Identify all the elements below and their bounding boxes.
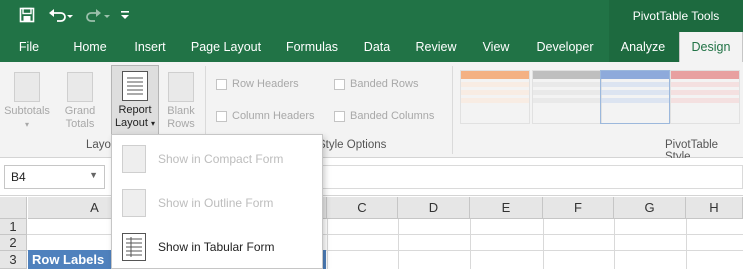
title-bar: PivotTable Tools (0, 0, 743, 32)
style-row-stripe (461, 82, 529, 87)
chevron-down-icon: ▾ (151, 119, 156, 128)
blank-rows-label-line1: Blank (167, 105, 195, 117)
column-headers-label: Column Headers (232, 110, 315, 122)
report-layout-icon (122, 71, 148, 101)
tab-page-layout[interactable]: Page Layout (184, 32, 268, 62)
tab-view[interactable]: View (472, 32, 520, 62)
banded-columns-checkbox[interactable]: Banded Columns (334, 110, 434, 122)
style-header-stripe (601, 71, 669, 79)
blank-rows-label-line2: Rows (167, 118, 195, 130)
style-row-stripe (461, 90, 529, 95)
row-header-3[interactable]: 3 (0, 251, 27, 269)
compact-form-label: Show in Compact Form (158, 152, 284, 166)
style-header-stripe (533, 71, 601, 79)
menu-item-tabular-form[interactable]: Show in Tabular Form (112, 225, 322, 269)
name-box-value: B4 (11, 170, 26, 184)
menu-item-outline-form[interactable]: Show in Outline Form (112, 181, 322, 225)
column-header-h[interactable]: H (686, 197, 743, 219)
grand-totals-icon (67, 72, 93, 102)
blank-rows-icon (168, 72, 194, 102)
style-row-stripe (671, 90, 739, 95)
pivot-style-thumbnail-orange[interactable] (460, 70, 530, 124)
subtotals-icon (14, 72, 40, 102)
style-row-stripe (533, 82, 601, 87)
style-row-stripe (671, 82, 739, 87)
report-layout-label-text: Layout (114, 117, 148, 129)
style-row-stripe (601, 90, 669, 95)
chevron-down-icon: ▾ (24, 120, 29, 129)
ribbon-tabs: File Home Insert Page Layout Formulas Da… (0, 32, 743, 62)
tab-developer[interactable]: Developer (528, 32, 602, 62)
column-header-c[interactable]: C (327, 197, 398, 219)
column-header-e[interactable]: E (470, 197, 543, 219)
pivot-style-thumbnail-blue[interactable] (600, 70, 670, 124)
style-header-stripe (461, 71, 529, 79)
menu-item-compact-form[interactable]: Show in Compact Form (112, 137, 322, 181)
row-header-2[interactable]: 2 (0, 235, 27, 251)
checkbox-box (216, 78, 227, 90)
save-icon[interactable] (16, 4, 38, 26)
banded-columns-label: Banded Columns (350, 110, 435, 122)
style-row-stripe (671, 98, 739, 103)
column-header-g[interactable]: G (614, 197, 686, 219)
redo-icon[interactable] (84, 4, 114, 26)
undo-icon[interactable] (46, 4, 76, 26)
gridline (686, 219, 687, 269)
style-options-group-label: Style Options (318, 139, 387, 151)
name-box[interactable]: B4 ▼ (4, 165, 105, 189)
customize-qat-icon[interactable] (118, 4, 132, 26)
tab-analyze[interactable]: Analyze (609, 32, 677, 62)
row-headers-label: Row Headers (232, 78, 299, 90)
chevron-down-icon[interactable]: ▼ (89, 170, 98, 180)
grand-totals-button[interactable]: Grand Totals (56, 68, 104, 134)
report-layout-label-line1: Report (118, 104, 152, 116)
gridline (614, 219, 615, 269)
tabular-form-label: Show in Tabular Form (158, 240, 275, 254)
tab-design[interactable]: Design (679, 32, 743, 62)
tab-home[interactable]: Home (62, 32, 118, 62)
checkbox-box (334, 78, 345, 90)
report-layout-button[interactable]: Report Layout ▾ (111, 65, 159, 137)
style-row-stripe (601, 98, 669, 103)
subtotals-button[interactable]: Subtotals ▾ (2, 68, 52, 134)
grand-totals-label-line2: Totals (65, 118, 95, 130)
tab-formulas[interactable]: Formulas (278, 32, 346, 62)
select-all-corner[interactable] (0, 197, 27, 219)
checkbox-box (334, 110, 345, 122)
contextual-tools-title: PivotTable Tools (609, 0, 743, 32)
tabular-form-icon (122, 233, 146, 261)
style-row-stripe (533, 98, 601, 103)
gridline (470, 219, 471, 269)
row-headers-checkbox[interactable]: Row Headers (216, 78, 299, 90)
pivot-style-thumbnail-red[interactable] (670, 70, 740, 124)
column-header-f[interactable]: F (543, 197, 614, 219)
compact-form-icon (122, 145, 146, 173)
blank-rows-button[interactable]: Blank Rows (162, 68, 200, 134)
subtotals-label: Subtotals (4, 105, 50, 117)
tab-data[interactable]: Data (354, 32, 400, 62)
tab-file[interactable]: File (8, 32, 50, 62)
column-header-d[interactable]: D (398, 197, 470, 219)
outline-form-icon (122, 189, 146, 217)
tab-insert[interactable]: Insert (124, 32, 176, 62)
gridline (327, 219, 328, 269)
row-header-1[interactable]: 1 (0, 219, 27, 235)
checkbox-box (216, 110, 227, 122)
grand-totals-label-line1: Grand (64, 105, 96, 117)
style-row-stripe (533, 90, 601, 95)
report-layout-label-line2: Layout ▾ (112, 117, 158, 130)
style-header-stripe (671, 71, 739, 79)
column-headers-checkbox[interactable]: Column Headers (216, 110, 315, 122)
banded-rows-label: Banded Rows (350, 78, 419, 90)
pivot-style-thumbnail-gray[interactable] (532, 70, 602, 124)
gridline (543, 219, 544, 269)
style-row-stripe (601, 82, 669, 87)
group-separator (452, 66, 453, 154)
outline-form-label: Show in Outline Form (158, 196, 274, 210)
style-row-stripe (461, 98, 529, 103)
report-layout-menu: Show in Compact Form Show in Outline For… (111, 134, 323, 269)
tab-review[interactable]: Review (408, 32, 464, 62)
gridline (398, 219, 399, 269)
banded-rows-checkbox[interactable]: Banded Rows (334, 78, 419, 90)
